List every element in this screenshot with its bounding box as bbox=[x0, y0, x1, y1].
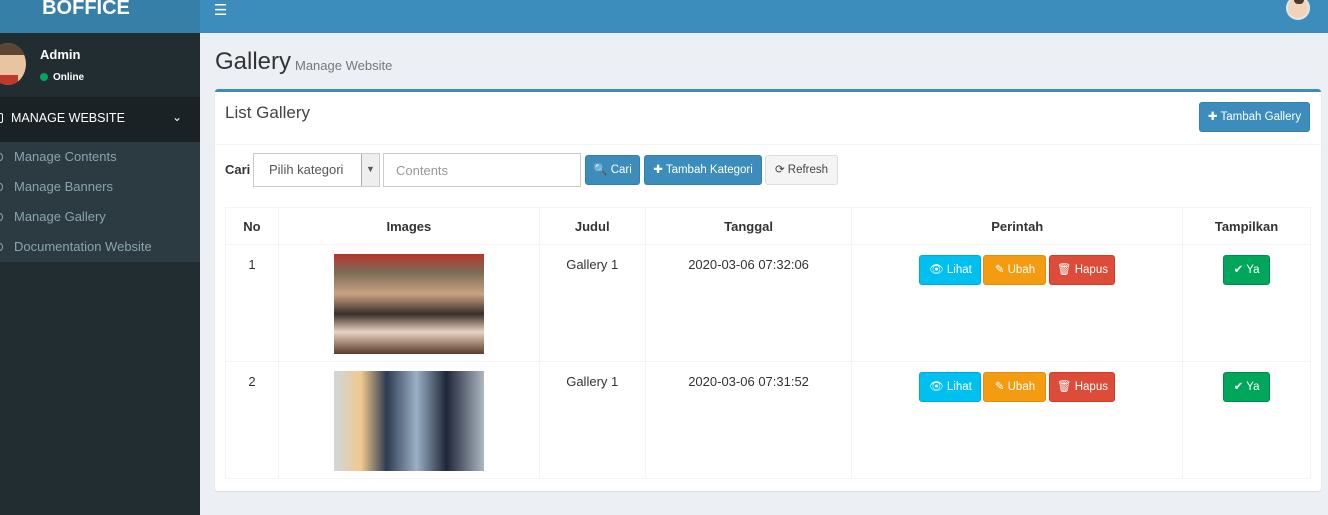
cell-judul: Gallery 1 bbox=[538, 244, 646, 362]
cell-actions: 👁 Lihat ✎ Ubah 🗑 Hapus bbox=[851, 361, 1184, 479]
cell-tanggal: 2020-03-06 07:31:52 bbox=[644, 361, 853, 479]
sidebar-item-label: Manage Gallery bbox=[14, 209, 106, 224]
user-panel: Admin Online bbox=[0, 33, 200, 97]
cell-image bbox=[277, 244, 540, 362]
col-header-no: No bbox=[225, 207, 279, 245]
sidebar-section-label: MANAGE WEBSITE bbox=[11, 111, 125, 125]
action-group: 👁 Lihat ✎ Ubah 🗑 Hapus bbox=[852, 372, 1182, 404]
pin-icon bbox=[0, 113, 3, 123]
gallery-thumbnail-image[interactable] bbox=[333, 254, 484, 354]
page-subtitle: Manage Website bbox=[295, 58, 393, 73]
cell-show: ✔ Ya bbox=[1182, 244, 1311, 362]
user-avatar bbox=[0, 43, 26, 85]
view-button[interactable]: 👁 Lihat bbox=[919, 255, 982, 285]
box-header: List Gallery ✚ Tambah Gallery bbox=[215, 92, 1321, 145]
col-header-judul: Judul bbox=[538, 207, 646, 245]
cell-judul: Gallery 1 bbox=[538, 361, 646, 479]
page-title: Gallery bbox=[215, 48, 292, 75]
cell-show: ✔ Ya bbox=[1182, 361, 1311, 479]
col-header-tanggal: Tanggal bbox=[644, 207, 853, 245]
table-row: 1 Gallery 1 2020-03-06 07:32:06 👁 Lihat … bbox=[225, 244, 1311, 362]
action-group: 👁 Lihat ✎ Ubah 🗑 Hapus bbox=[852, 255, 1182, 287]
circle-icon bbox=[0, 183, 3, 191]
table-header-row: No Images Judul Tanggal Perintah Tampilk… bbox=[225, 207, 1311, 245]
delete-button[interactable]: 🗑 Hapus bbox=[1049, 372, 1116, 402]
brand-logo-text: BOFFICE bbox=[42, 0, 130, 19]
sidebar-item-label: Manage Banners bbox=[14, 179, 114, 194]
view-button[interactable]: 👁 Lihat bbox=[919, 372, 982, 402]
user-status: Online bbox=[40, 72, 84, 83]
menu-toggle-icon[interactable]: ☰ bbox=[214, 1, 227, 19]
show-group: ✔ Ya bbox=[1183, 372, 1310, 404]
show-group: ✔ Ya bbox=[1183, 255, 1310, 287]
edit-button[interactable]: ✎ Ubah bbox=[983, 372, 1047, 402]
cell-actions: 👁 Lihat ✎ Ubah 🗑 Hapus bbox=[851, 244, 1184, 362]
edit-button[interactable]: ✎ Ubah bbox=[983, 255, 1047, 285]
gallery-table: No Images Judul Tanggal Perintah Tampilk… bbox=[225, 207, 1311, 479]
gallery-box: List Gallery ✚ Tambah Gallery Cari Pilih… bbox=[215, 89, 1321, 491]
sidebar-section-manage-website[interactable]: MANAGE WEBSITE ⌄ bbox=[0, 97, 200, 142]
col-header-images: Images bbox=[277, 207, 540, 245]
sidebar-submenu: Manage Contents Manage Banners Manage Ga… bbox=[0, 142, 200, 262]
gallery-thumbnail-image[interactable] bbox=[333, 371, 484, 471]
top-navbar: ☰ bbox=[200, 0, 1328, 33]
cell-tanggal: 2020-03-06 07:32:06 bbox=[644, 244, 853, 362]
category-select[interactable]: Pilih kategori ▼ bbox=[253, 153, 380, 187]
circle-icon bbox=[0, 213, 3, 221]
col-header-perintah: Perintah bbox=[851, 207, 1184, 245]
sidebar-item-label: Documentation Website bbox=[14, 239, 152, 254]
search-input[interactable]: Contents bbox=[383, 153, 581, 187]
sidebar-item-manage-banners[interactable]: Manage Banners bbox=[0, 172, 200, 202]
sidebar-item-documentation-website[interactable]: Documentation Website bbox=[0, 232, 200, 262]
circle-icon bbox=[0, 243, 3, 251]
cell-no: 1 bbox=[225, 244, 279, 362]
brand-logo[interactable]: BOFFICE bbox=[0, 0, 200, 33]
show-yes-button[interactable]: ✔ Ya bbox=[1223, 255, 1271, 285]
add-gallery-button[interactable]: ✚ Tambah Gallery bbox=[1199, 102, 1310, 132]
refresh-button[interactable]: ⟳ Refresh bbox=[765, 155, 838, 185]
chevron-down-icon: ▼ bbox=[361, 154, 379, 186]
cell-image bbox=[277, 361, 540, 479]
show-yes-button[interactable]: ✔ Ya bbox=[1223, 372, 1271, 402]
sidebar-item-label: Manage Contents bbox=[14, 149, 117, 164]
col-header-tampilkan: Tampilkan bbox=[1182, 207, 1311, 245]
sidebar: Admin Online MANAGE WEBSITE ⌄ Manage Con… bbox=[0, 33, 200, 515]
sidebar-item-manage-contents[interactable]: Manage Contents bbox=[0, 142, 200, 172]
add-category-button[interactable]: ✚ Tambah Kategori bbox=[644, 155, 762, 185]
delete-button[interactable]: 🗑 Hapus bbox=[1049, 255, 1116, 285]
category-select-value: Pilih kategori bbox=[269, 162, 344, 177]
user-name: Admin bbox=[40, 47, 81, 62]
circle-icon bbox=[0, 153, 3, 161]
sidebar-item-manage-gallery[interactable]: Manage Gallery bbox=[0, 202, 200, 232]
status-dot-icon bbox=[40, 73, 48, 81]
search-button[interactable]: 🔍 Cari bbox=[585, 155, 640, 185]
user-status-label: Online bbox=[53, 72, 85, 83]
user-avatar-icon[interactable] bbox=[1286, 0, 1310, 20]
cell-no: 2 bbox=[225, 361, 279, 479]
box-title: List Gallery bbox=[225, 103, 311, 122]
chevron-down-icon: ⌄ bbox=[172, 110, 183, 124]
filter-label: Cari bbox=[225, 162, 251, 177]
table-row: 2 Gallery 1 2020-03-06 07:31:52 👁 Lihat … bbox=[225, 361, 1311, 479]
